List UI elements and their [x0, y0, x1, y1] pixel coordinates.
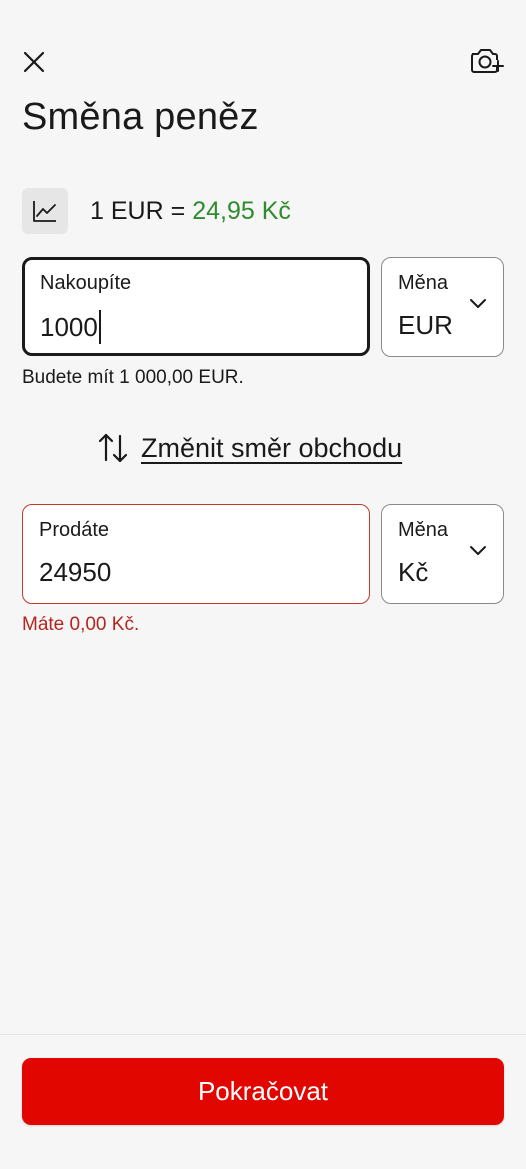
- camera-plus-icon: [471, 49, 504, 73]
- continue-button[interactable]: Pokračovat: [22, 1058, 504, 1125]
- page-title: Směna peněz: [22, 96, 259, 138]
- buy-currency-value: EUR: [398, 310, 453, 340]
- buy-amount-value: 1000: [40, 311, 98, 342]
- buy-currency-select[interactable]: Měna EUR: [381, 257, 504, 357]
- exchange-rate-text: 1 EUR = 24,95 Kč: [90, 197, 291, 226]
- buy-amount-label: Nakoupíte: [40, 272, 132, 294]
- sell-currency-select[interactable]: Měna Kč: [381, 504, 504, 604]
- sell-amount-field[interactable]: Prodáte 24950: [22, 504, 370, 604]
- line-chart-icon: [33, 201, 56, 222]
- sell-currency-value: Kč: [398, 557, 429, 587]
- sell-currency-label: Měna: [398, 519, 449, 541]
- close-button[interactable]: [20, 48, 48, 76]
- text-caret: [98, 310, 101, 344]
- buy-amount-field[interactable]: Nakoupíte 1000: [22, 257, 370, 356]
- sell-amount-label: Prodáte: [39, 519, 110, 541]
- scan-button[interactable]: [468, 44, 504, 78]
- close-icon: [23, 51, 45, 73]
- chevron-down-icon: [470, 546, 486, 555]
- rate-base: 1 EUR =: [90, 196, 186, 225]
- sell-amount-value[interactable]: 24950: [39, 557, 111, 588]
- swap-direction-label: Změnit směr obchodu: [141, 432, 403, 463]
- buy-helper-text: Budete mít 1 000,00 EUR.: [22, 367, 244, 388]
- sell-error-text: Máte 0,00 Kč.: [22, 614, 140, 635]
- swap-direction-link[interactable]: Změnit směr obchodu: [98, 426, 402, 470]
- rate-value: 24,95 Kč: [192, 196, 291, 225]
- rate-chart-button[interactable]: [22, 188, 68, 234]
- swap-vertical-icon: [98, 433, 128, 463]
- exchange-rate-row: 1 EUR = 24,95 Kč: [22, 188, 291, 234]
- chevron-down-icon: [470, 299, 486, 308]
- buy-amount-input[interactable]: 1000: [40, 310, 101, 344]
- buy-currency-label: Měna: [398, 272, 449, 294]
- footer-bar: Pokračovat: [0, 1034, 526, 1169]
